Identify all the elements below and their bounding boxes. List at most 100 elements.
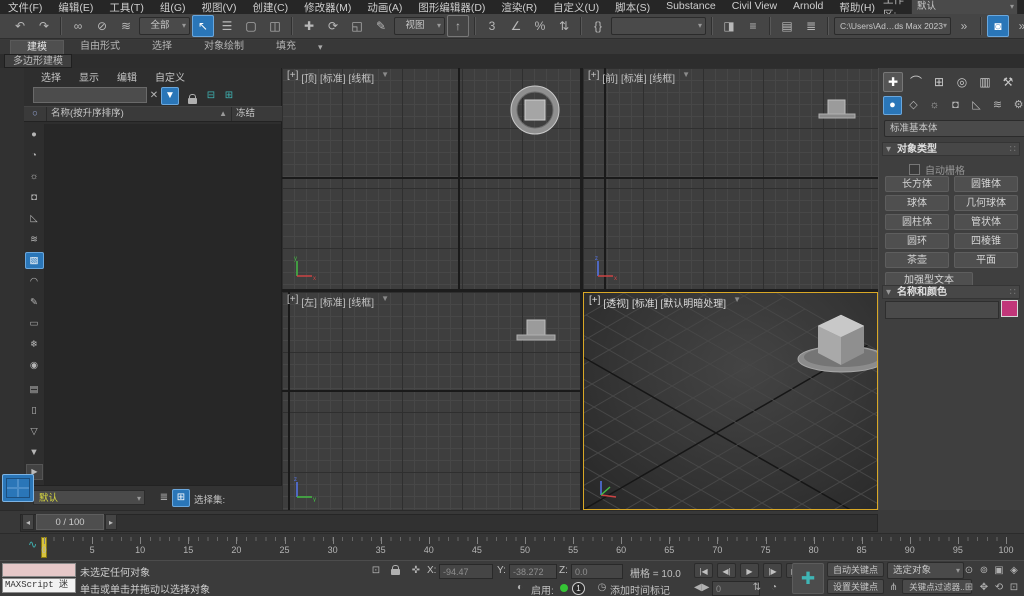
toggle-ribbon-icon[interactable]: ≣ <box>800 15 822 37</box>
scene-object-top-view[interactable] <box>505 80 565 140</box>
object-type-button[interactable]: 平面 <box>954 252 1018 268</box>
subtab-polygon-modeling[interactable]: 多边形建模 <box>4 54 72 68</box>
absolute-mode-icon[interactable]: ✜ <box>408 563 424 578</box>
tab-hierarchy-icon[interactable]: ⊞ <box>929 72 949 92</box>
y-coordinate-input[interactable] <box>509 564 557 579</box>
display-materials-icon[interactable]: ▧ <box>24 252 44 269</box>
rectangular-selection-icon[interactable]: ▢ <box>240 15 262 37</box>
viewport-layout-tabs-button[interactable] <box>2 474 34 502</box>
maxscript-mini-listener[interactable] <box>2 563 76 577</box>
selection-lock-icon[interactable] <box>388 563 404 578</box>
category-helpers-icon[interactable]: ◺ <box>967 96 986 115</box>
viewport-menu-pov[interactable]: [左] <box>301 294 317 309</box>
display-ik-icon[interactable]: ✎ <box>25 294 44 311</box>
category-lights-icon[interactable]: ☼ <box>925 96 944 115</box>
previous-frame-button[interactable]: ◀| <box>717 563 736 578</box>
select-and-scale-icon[interactable]: ◱ <box>346 15 368 37</box>
menu-item[interactable]: 工具(T) <box>101 0 151 15</box>
category-systems-icon[interactable]: ⚙ <box>1009 96 1024 115</box>
set-key-button[interactable]: 设置关键点 <box>827 579 884 594</box>
maxscript-listener-line[interactable]: MAXScript 迷 <box>2 578 76 593</box>
clear-filter-icon[interactable]: ▽ <box>25 423 44 440</box>
snaps-toggle-icon[interactable]: 3 <box>481 15 503 37</box>
time-configuration-button[interactable]: ◔ <box>766 580 782 595</box>
layer-explorer-icon[interactable]: ▤ <box>776 15 798 37</box>
collapse-tree-icon[interactable]: ⊞ <box>220 87 238 105</box>
next-frame-button[interactable]: |▶ <box>763 563 782 578</box>
enable-toggle-icon[interactable]: ◐ <box>512 580 528 595</box>
viewport-perspective[interactable]: [+] [透视] [标准] [默认明暗处理] ▼ <box>583 292 878 510</box>
explorer-menu-item[interactable]: 选择 <box>32 69 70 84</box>
key-filters-icon[interactable]: ⋔ <box>887 580 900 595</box>
viewport-menu-shading[interactable]: [线框] <box>650 70 676 85</box>
isolate-selection-icon[interactable]: ⊡ <box>368 563 384 578</box>
object-type-button[interactable]: 长方体 <box>885 176 949 192</box>
menu-item[interactable]: Substance <box>658 0 724 15</box>
display-hierarchy-icon[interactable]: ⊞ <box>172 489 190 507</box>
filter-icon[interactable]: ▼ <box>25 444 44 461</box>
explorer-menu-item[interactable]: 自定义 <box>146 69 194 84</box>
category-shapes-icon[interactable]: ◇ <box>904 96 923 115</box>
menu-item[interactable]: 动画(A) <box>359 0 410 15</box>
save-icon[interactable]: ◙ <box>987 15 1009 37</box>
menu-item[interactable]: 文件(F) <box>0 0 50 15</box>
viewport-menu-shading[interactable]: [线框] <box>349 294 375 309</box>
menu-item[interactable]: 组(G) <box>152 0 194 15</box>
angle-snap-icon[interactable]: ∠ <box>505 15 527 37</box>
display-space-warps-icon[interactable]: ≋ <box>25 231 44 248</box>
view-columns-icon[interactable]: ▯ <box>25 402 44 419</box>
viewport-front[interactable]: [+] [前] [标准] [线框] ▼ z x <box>583 68 878 289</box>
unlink-selection-icon[interactable]: ⊘ <box>91 15 113 37</box>
object-type-button[interactable]: 茶壶 <box>885 252 949 268</box>
viewport-menu-pov[interactable]: [透视] <box>603 295 629 310</box>
scene-object-perspective[interactable] <box>789 303 878 378</box>
expand-tree-icon[interactable]: ⊟ <box>202 87 220 105</box>
object-type-button[interactable]: 圆锥体 <box>954 176 1018 192</box>
add-time-tag-button[interactable]: 添加时间标记 <box>610 582 670 596</box>
x-coordinate-input[interactable] <box>439 564 493 579</box>
filter-selection-icon[interactable]: ▼ <box>161 87 179 105</box>
name-column-header[interactable]: 名称(按升序排序) ▲ <box>46 107 231 121</box>
display-hidden-icon[interactable]: ◉ <box>25 357 44 374</box>
explorer-menu-item[interactable]: 显示 <box>70 69 108 84</box>
selector-column-header[interactable]: ○ <box>24 107 46 121</box>
viewport-menu-general[interactable]: [+] <box>588 70 599 85</box>
viewport-menu-standard[interactable]: [标准] <box>621 70 647 85</box>
viewport-menu-general[interactable]: [+] <box>287 70 298 85</box>
previous-frame-arrow[interactable]: ◂ <box>22 514 34 530</box>
frame-spinner-icon[interactable]: ⇅ <box>752 580 762 595</box>
redo-icon[interactable]: ↷ <box>33 15 55 37</box>
object-type-button[interactable]: 圆环 <box>885 233 949 249</box>
viewport-label-dropdown-icon[interactable]: ▼ <box>381 294 389 309</box>
pan-icon[interactable]: ✥ <box>977 580 991 595</box>
time-slider-track[interactable] <box>20 514 878 532</box>
viewport-menu-shading[interactable]: [线框] <box>349 70 375 85</box>
select-object-icon[interactable]: ↖ <box>192 15 214 37</box>
scene-object-front-view[interactable] <box>815 98 859 124</box>
timeline-ruler[interactable]: 0 5 10 15 20 25 30 35 40 45 50 55 60 65 70 75 80 85 90 95 10… <box>41 537 1014 559</box>
menu-item[interactable]: 图形编辑器(D) <box>410 0 493 15</box>
ribbon-tab-populate[interactable]: 填充 <box>260 40 312 53</box>
select-and-rotate-icon[interactable]: ⟳ <box>322 15 344 37</box>
category-space-warps-icon[interactable]: ≋ <box>988 96 1007 115</box>
scene-object-left-view[interactable] <box>513 318 559 346</box>
menu-item[interactable]: 渲染(R) <box>493 0 545 15</box>
time-slider-handle[interactable]: 0 / 100 <box>36 514 104 530</box>
bind-to-space-warp-icon[interactable]: ≋ <box>115 15 137 37</box>
play-button[interactable]: ▶ <box>740 563 759 578</box>
menu-item[interactable]: Civil View <box>724 0 785 15</box>
viewport-menu-standard[interactable]: [标准] <box>320 294 346 309</box>
object-color-swatch[interactable] <box>1001 300 1018 317</box>
zoom-extents-all-icon[interactable]: ◈ <box>1007 563 1021 578</box>
select-and-place-icon[interactable]: ✎ <box>370 15 392 37</box>
viewport-menu-pov[interactable]: [顶] <box>301 70 317 85</box>
viewport-menu-standard[interactable]: [标准] <box>320 70 346 85</box>
viewport-menu-general[interactable]: [+] <box>589 295 600 310</box>
ribbon-tab-modeling[interactable]: 建模 <box>10 40 64 54</box>
more-tools-icon[interactable]: » <box>953 15 975 37</box>
menu-item[interactable]: 帮助(H) <box>831 0 883 15</box>
display-layers-icon[interactable]: ≣ <box>155 489 173 507</box>
zoom-icon[interactable]: ⊙ <box>962 563 976 578</box>
viewport-menu-general[interactable]: [+] <box>287 294 298 309</box>
selection-filter-dropdown[interactable]: 全部 <box>139 17 190 35</box>
